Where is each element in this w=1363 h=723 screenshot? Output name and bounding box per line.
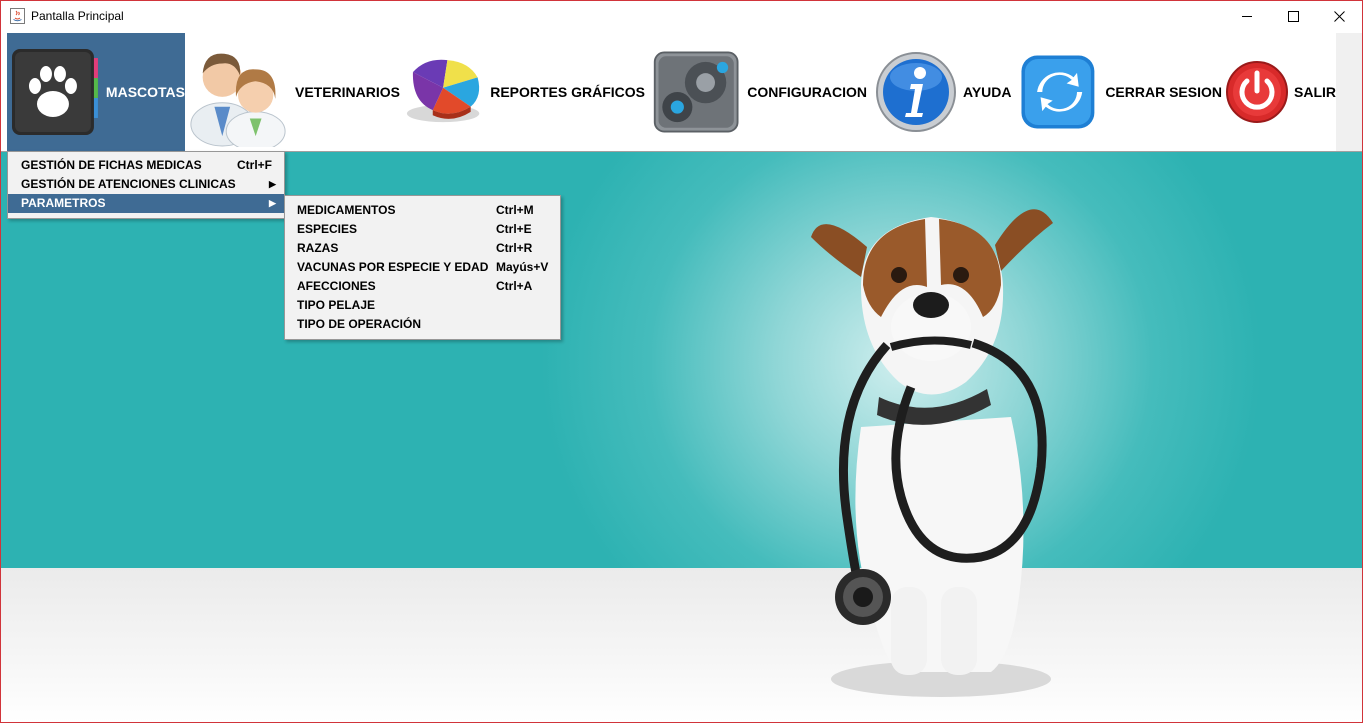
item-shortcut: Mayús+V — [496, 260, 549, 274]
menu-label: VETERINARIOS — [294, 84, 400, 100]
menu-veterinarios[interactable]: VETERINARIOS — [185, 33, 400, 151]
menu-salir[interactable]: SALIR — [1222, 33, 1336, 151]
main-window: Pantalla Principal MASCOTAS VETERINARIOS… — [0, 0, 1363, 723]
item-shortcut: Ctrl+E — [496, 222, 532, 236]
close-button[interactable] — [1316, 1, 1362, 32]
menubar-filler — [1336, 33, 1362, 151]
item-label: RAZAS — [297, 241, 339, 255]
item-label: AFECCIONES — [297, 279, 376, 293]
minimize-button[interactable] — [1224, 1, 1270, 32]
floor-backdrop — [1, 568, 1362, 722]
menu-reportes-graficos[interactable]: REPORTES GRÁFICOS — [400, 33, 645, 151]
maximize-icon — [1287, 11, 1299, 22]
pie-chart-icon — [406, 59, 480, 123]
menu-item-tipo-operacion[interactable]: TIPO DE OPERACIÓN — [285, 315, 560, 334]
paw-icon — [11, 49, 98, 135]
menu-label: AYUDA — [963, 84, 1012, 100]
menu-label: REPORTES GRÁFICOS — [490, 84, 645, 100]
title-bar[interactable]: Pantalla Principal — [1, 1, 1362, 32]
item-shortcut: Ctrl+F — [237, 158, 273, 172]
parametros-submenu: MEDICAMENTOS Ctrl+M ESPECIES Ctrl+E RAZA… — [284, 195, 561, 340]
info-icon — [876, 52, 956, 132]
window-title: Pantalla Principal — [31, 9, 124, 23]
submenu-arrow-icon: ▶ — [269, 179, 276, 189]
menu-ayuda[interactable]: AYUDA — [867, 33, 1012, 151]
menu-item-fichas-medicas[interactable]: GESTIÓN DE FICHAS MEDICAS Ctrl+F — [8, 156, 284, 175]
menu-item-especies[interactable]: ESPECIES Ctrl+E — [285, 220, 560, 239]
menu-bar: MASCOTAS VETERINARIOS REPORTES GRÁFICOS … — [7, 33, 1336, 151]
doctors-icon — [190, 53, 286, 147]
java-app-icon — [10, 8, 25, 24]
gears-icon — [653, 51, 739, 133]
menu-label: MASCOTAS — [105, 84, 185, 100]
item-shortcut: Ctrl+A — [496, 279, 533, 293]
item-label: GESTIÓN DE ATENCIONES CLINICAS — [21, 177, 236, 191]
desktop-background — [1, 152, 1362, 722]
menu-item-tipo-pelaje[interactable]: TIPO PELAJE — [285, 296, 560, 315]
menu-item-razas[interactable]: RAZAS Ctrl+R — [285, 239, 560, 258]
menu-configuracion[interactable]: CONFIGURACION — [645, 33, 867, 151]
menu-label: CONFIGURACION — [747, 84, 867, 100]
item-label: MEDICAMENTOS — [297, 203, 396, 217]
item-label: TIPO DE OPERACIÓN — [297, 317, 422, 331]
close-icon — [1333, 11, 1345, 22]
menu-item-medicamentos[interactable]: MEDICAMENTOS Ctrl+M — [285, 201, 560, 220]
menu-item-parametros[interactable]: PARAMETROS ▶ — [8, 194, 284, 213]
menu-item-atenciones-clinicas[interactable]: GESTIÓN DE ATENCIONES CLINICAS ▶ — [8, 175, 284, 194]
item-label: VACUNAS POR ESPECIE Y EDAD — [297, 260, 489, 274]
mascotas-dropdown: GESTIÓN DE FICHAS MEDICAS Ctrl+F GESTIÓN… — [7, 151, 285, 219]
item-shortcut: Ctrl+M — [496, 203, 534, 217]
item-label: GESTIÓN DE FICHAS MEDICAS — [21, 158, 202, 172]
minimize-icon — [1241, 16, 1252, 17]
menu-mascotas[interactable]: MASCOTAS — [7, 33, 185, 151]
refresh-icon — [1021, 55, 1095, 129]
item-label: PARAMETROS — [21, 196, 106, 210]
menu-item-afecciones[interactable]: AFECCIONES Ctrl+A — [285, 277, 560, 296]
menu-label: CERRAR SESION — [1105, 84, 1222, 100]
menu-item-vacunas[interactable]: VACUNAS POR ESPECIE Y EDAD Mayús+V — [285, 258, 560, 277]
dog-illustration — [811, 209, 1053, 697]
item-label: ESPECIES — [297, 222, 358, 236]
menu-label: SALIR — [1294, 84, 1336, 100]
power-icon — [1226, 61, 1288, 123]
item-shortcut: Ctrl+R — [496, 241, 533, 255]
maximize-button[interactable] — [1270, 1, 1316, 32]
submenu-arrow-icon: ▶ — [269, 198, 276, 208]
item-label: TIPO PELAJE — [297, 298, 376, 312]
menu-cerrar-sesion[interactable]: CERRAR SESION — [1012, 33, 1222, 151]
